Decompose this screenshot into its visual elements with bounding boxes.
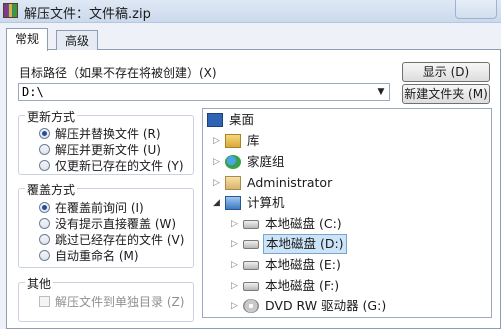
chevron-right-icon[interactable]: ▷ (213, 173, 223, 193)
checkbox-icon[interactable] (39, 296, 50, 307)
chevron-right-icon[interactable]: ▷ (231, 234, 241, 254)
title-bar: 解压文件：文件稿.zip (0, 0, 501, 23)
close-button[interactable] (455, 0, 497, 19)
target-path-input[interactable] (19, 84, 375, 100)
tab-strip: 常规 高级 (0, 26, 501, 51)
chevron-down-icon[interactable]: ◢ (213, 193, 223, 213)
update-mode-title: 更新方式 (25, 108, 78, 125)
chevron-right-icon[interactable]: ▷ (231, 214, 241, 234)
chevron-down-icon[interactable]: ▼ (373, 84, 389, 100)
drive-icon (243, 240, 259, 249)
user-folder-icon (225, 176, 241, 190)
computer-icon (225, 196, 241, 210)
radio-icon[interactable] (39, 218, 50, 229)
dvd-drive-icon (243, 299, 259, 313)
tab-advanced[interactable]: 高级 (56, 30, 99, 50)
radio-icon[interactable] (39, 234, 50, 245)
misc-title: 其他 (25, 275, 54, 292)
winrar-icon (3, 3, 18, 18)
tree-item-drive-d[interactable]: ▷ 本地磁盘 (D:) (231, 234, 351, 254)
tree-item-drive-d-label: 本地磁盘 (D:) (263, 234, 347, 254)
radio-icon[interactable] (39, 144, 50, 155)
library-icon (225, 134, 241, 148)
target-path-combo[interactable]: ▼ (18, 83, 390, 101)
chevron-right-icon[interactable]: ▷ (231, 255, 241, 275)
desktop-icon (207, 113, 223, 127)
window-title: 解压文件：文件稿.zip (24, 7, 151, 22)
tab-general[interactable]: 常规 (6, 28, 49, 51)
folder-tree[interactable]: 桌面 ▷ 库 ▷ 家庭组 ▷ Administrator ◢ 计算机 ▷ 本地磁… (202, 108, 492, 318)
radio-icon[interactable] (39, 160, 50, 171)
overwrite-mode-group: 覆盖方式 在覆盖前询问 (I) 没有提示直接覆盖 (W) 跳过已经存在的文件 (… (18, 181, 194, 268)
radio-selected-icon[interactable] (39, 128, 50, 139)
chevron-right-icon[interactable]: ▷ (213, 152, 223, 172)
misc-group: 其他 解压文件到单独目录 (Z) (18, 275, 194, 322)
drive-icon (243, 282, 259, 291)
chevron-right-icon[interactable]: ▷ (231, 276, 241, 296)
show-button[interactable]: 显示 (D) (402, 62, 490, 82)
update-mode-group: 更新方式 解压并替换文件 (R) 解压并更新文件 (U) 仅更新已存在的文件 (… (18, 108, 194, 175)
radio-selected-icon[interactable] (39, 202, 50, 213)
drive-icon (243, 261, 259, 270)
new-folder-button[interactable]: 新建文件夹 (M) (402, 84, 490, 104)
drive-icon (243, 220, 259, 229)
chevron-right-icon[interactable]: ▷ (231, 296, 241, 316)
chevron-right-icon[interactable]: ▷ (213, 131, 223, 151)
radio-icon[interactable] (39, 250, 50, 261)
overwrite-mode-title: 覆盖方式 (25, 181, 78, 198)
homegroup-icon (225, 155, 241, 169)
target-path-label: 目标路径（如果不存在将被创建）(X) (19, 66, 217, 80)
